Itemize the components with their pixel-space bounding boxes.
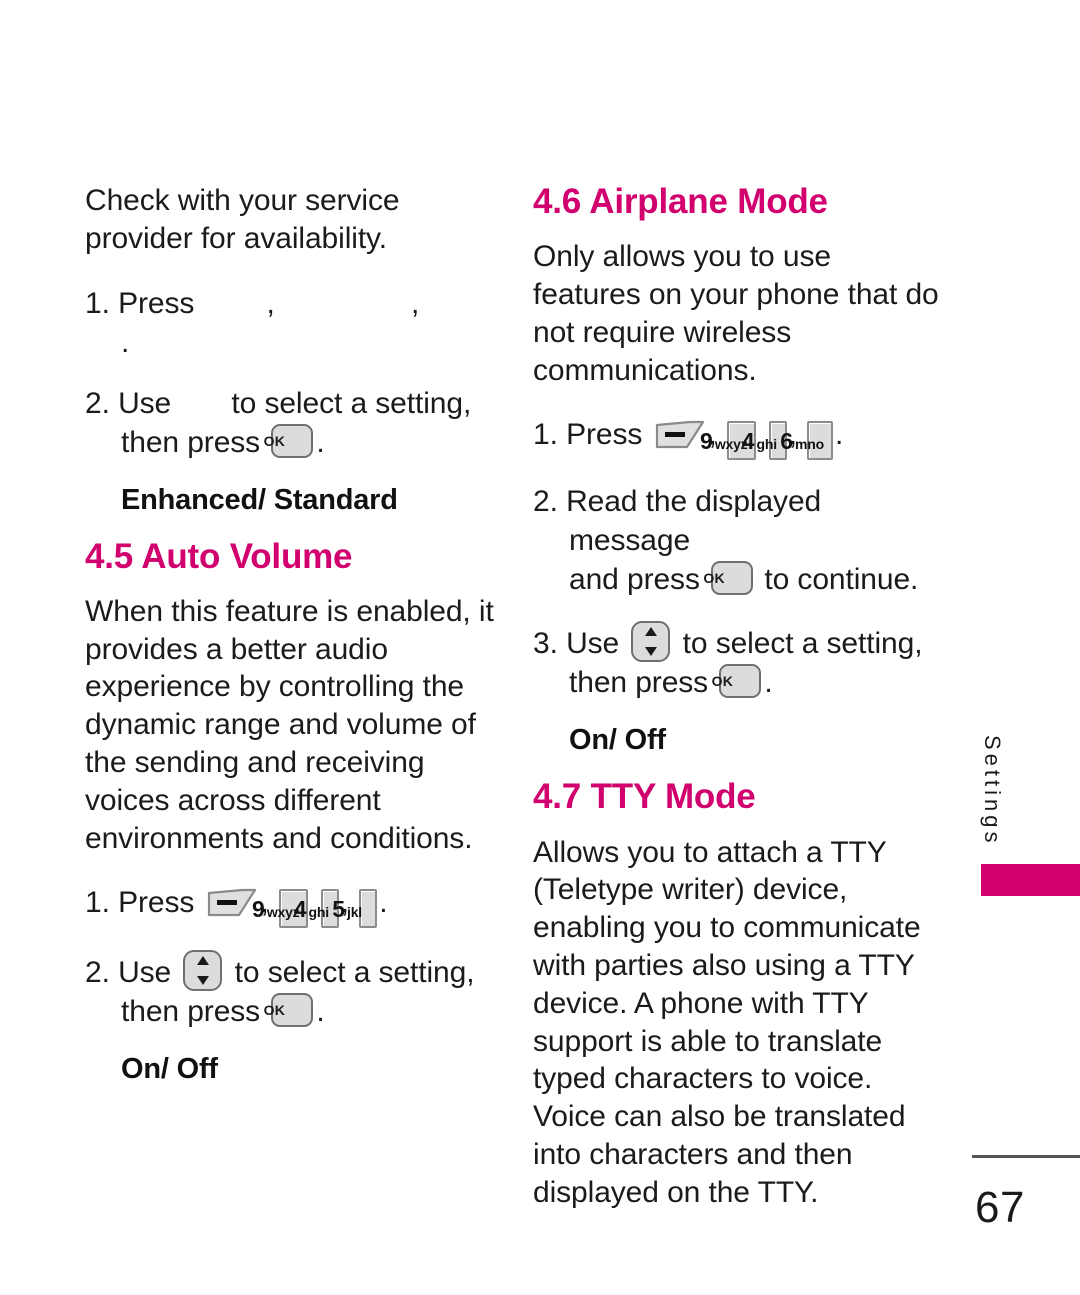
step-period: . <box>764 666 773 700</box>
step-separator-1: , <box>266 286 275 320</box>
step-then-press: then press <box>569 666 709 700</box>
step-text: to select a setting, <box>682 627 923 661</box>
step-verb: Press <box>566 418 643 452</box>
step-2-use-incomplete: 2. Use to select a setting, then press O… <box>85 384 495 462</box>
step-tail: to continue. <box>764 563 919 597</box>
step-text: to select a setting, <box>234 956 475 990</box>
key-digit: 9 <box>252 896 265 923</box>
navigation-up-down-key-icon <box>631 621 671 663</box>
step-number: 2. <box>533 485 558 519</box>
step-verb: Press <box>118 286 195 320</box>
step-period: . <box>121 325 130 359</box>
step-verb: Use <box>118 386 172 420</box>
step-number: 1. <box>85 286 110 320</box>
key-letters: mno <box>795 436 824 453</box>
step-verb: Use <box>566 627 620 661</box>
step-number: 3. <box>533 627 558 661</box>
ok-key-label: OK <box>703 570 725 587</box>
step-lead: Read the displayed message <box>566 485 822 558</box>
airplane-step-1: 1. Press , 9wxyz 4ghi, 6mno. <box>533 415 945 461</box>
intro-paragraph: Check with your service provider for ava… <box>85 184 400 255</box>
navigation-up-down-key-icon <box>183 950 223 992</box>
step-number: 1. <box>533 418 558 452</box>
step-verb: Use <box>118 956 172 990</box>
section-heading-airplane-mode: 4.6 Airplane Mode <box>533 182 828 221</box>
key-letters: ghi <box>308 904 330 921</box>
key-digit: 5 <box>332 896 346 923</box>
tty-mode-paragraph: Allows you to attach a TTY (Teletype wri… <box>533 835 921 1209</box>
step-period: . <box>379 886 388 920</box>
triangle-up-icon <box>644 627 657 637</box>
ok-key-icon: OK <box>703 561 754 596</box>
airplane-mode-paragraph: Only allows you to use features on your … <box>533 240 939 387</box>
key-digit: 4 <box>293 896 307 923</box>
step-verb: Press <box>118 886 195 920</box>
numeric-key-5-icon: 5 jkl <box>332 889 378 929</box>
section-heading-tty-mode: 4.7 TTY Mode <box>533 777 756 817</box>
manual-page: Check with your service provider for ava… <box>0 0 1080 1295</box>
key-digit: 6 <box>780 428 794 455</box>
side-tab-color-block <box>981 864 1080 896</box>
ok-key-icon: OK <box>711 664 762 699</box>
step-mid: and press <box>569 563 700 597</box>
numeric-key-6-icon: 6 mno <box>780 421 833 461</box>
step-number: 2. <box>85 386 110 420</box>
left-column: Check with your service provider for ava… <box>85 182 495 1106</box>
ok-key-label: OK <box>263 1002 286 1019</box>
side-tab-label: Settings <box>980 735 1005 847</box>
step-separator-2: , <box>411 286 420 320</box>
right-column: 4.6 Airplane Mode Only allows you to use… <box>533 182 945 1238</box>
section-heading-auto-volume: 4.5 Auto Volume <box>85 536 353 576</box>
key-letters: ghi <box>756 436 778 453</box>
footer-divider <box>972 1155 1080 1158</box>
step-period: . <box>316 425 325 459</box>
key-digit: 4 <box>741 428 755 455</box>
soft-key-icon <box>206 888 258 918</box>
step-period: . <box>316 995 325 1029</box>
key-letters: jkl <box>347 904 362 921</box>
step-1-press-incomplete: 1. Press , , . <box>85 284 495 362</box>
auto-volume-paragraph: When this feature is enabled, it provide… <box>85 594 494 855</box>
key-digit: 9 <box>700 428 713 455</box>
side-tab-settings: Settings <box>962 735 1022 875</box>
ok-key-icon: OK <box>263 423 314 458</box>
step-then-press: then press <box>121 425 261 459</box>
airplane-step-2: 2. Read the displayed message and press … <box>533 482 945 599</box>
step-text: to select a setting, <box>231 386 472 420</box>
step-then-press: then press <box>121 995 261 1029</box>
page-number: 67 <box>975 1183 1025 1232</box>
soft-key-icon <box>654 420 706 450</box>
ok-key-label: OK <box>263 432 286 449</box>
step-number: 1. <box>85 886 110 920</box>
ok-key-icon: OK <box>263 993 314 1028</box>
triangle-down-icon <box>644 647 657 657</box>
auto-volume-step-1: 1. Press , 9wxyz 4ghi, 5jkl. <box>85 883 495 929</box>
options-enhanced-standard: Enhanced/ Standard <box>121 483 398 516</box>
auto-volume-step-2: 2. Use to select a setting, then press O… <box>85 950 495 1031</box>
step-number: 2. <box>85 956 110 990</box>
ok-key-label: OK <box>711 673 734 690</box>
triangle-down-icon <box>196 976 209 986</box>
options-on-off-right: On/ Off <box>569 724 666 757</box>
triangle-up-icon <box>196 956 209 966</box>
airplane-step-3: 3. Use to select a setting, then press O… <box>533 621 945 702</box>
options-on-off-left: On/ Off <box>121 1053 218 1086</box>
step-period: . <box>834 418 844 452</box>
